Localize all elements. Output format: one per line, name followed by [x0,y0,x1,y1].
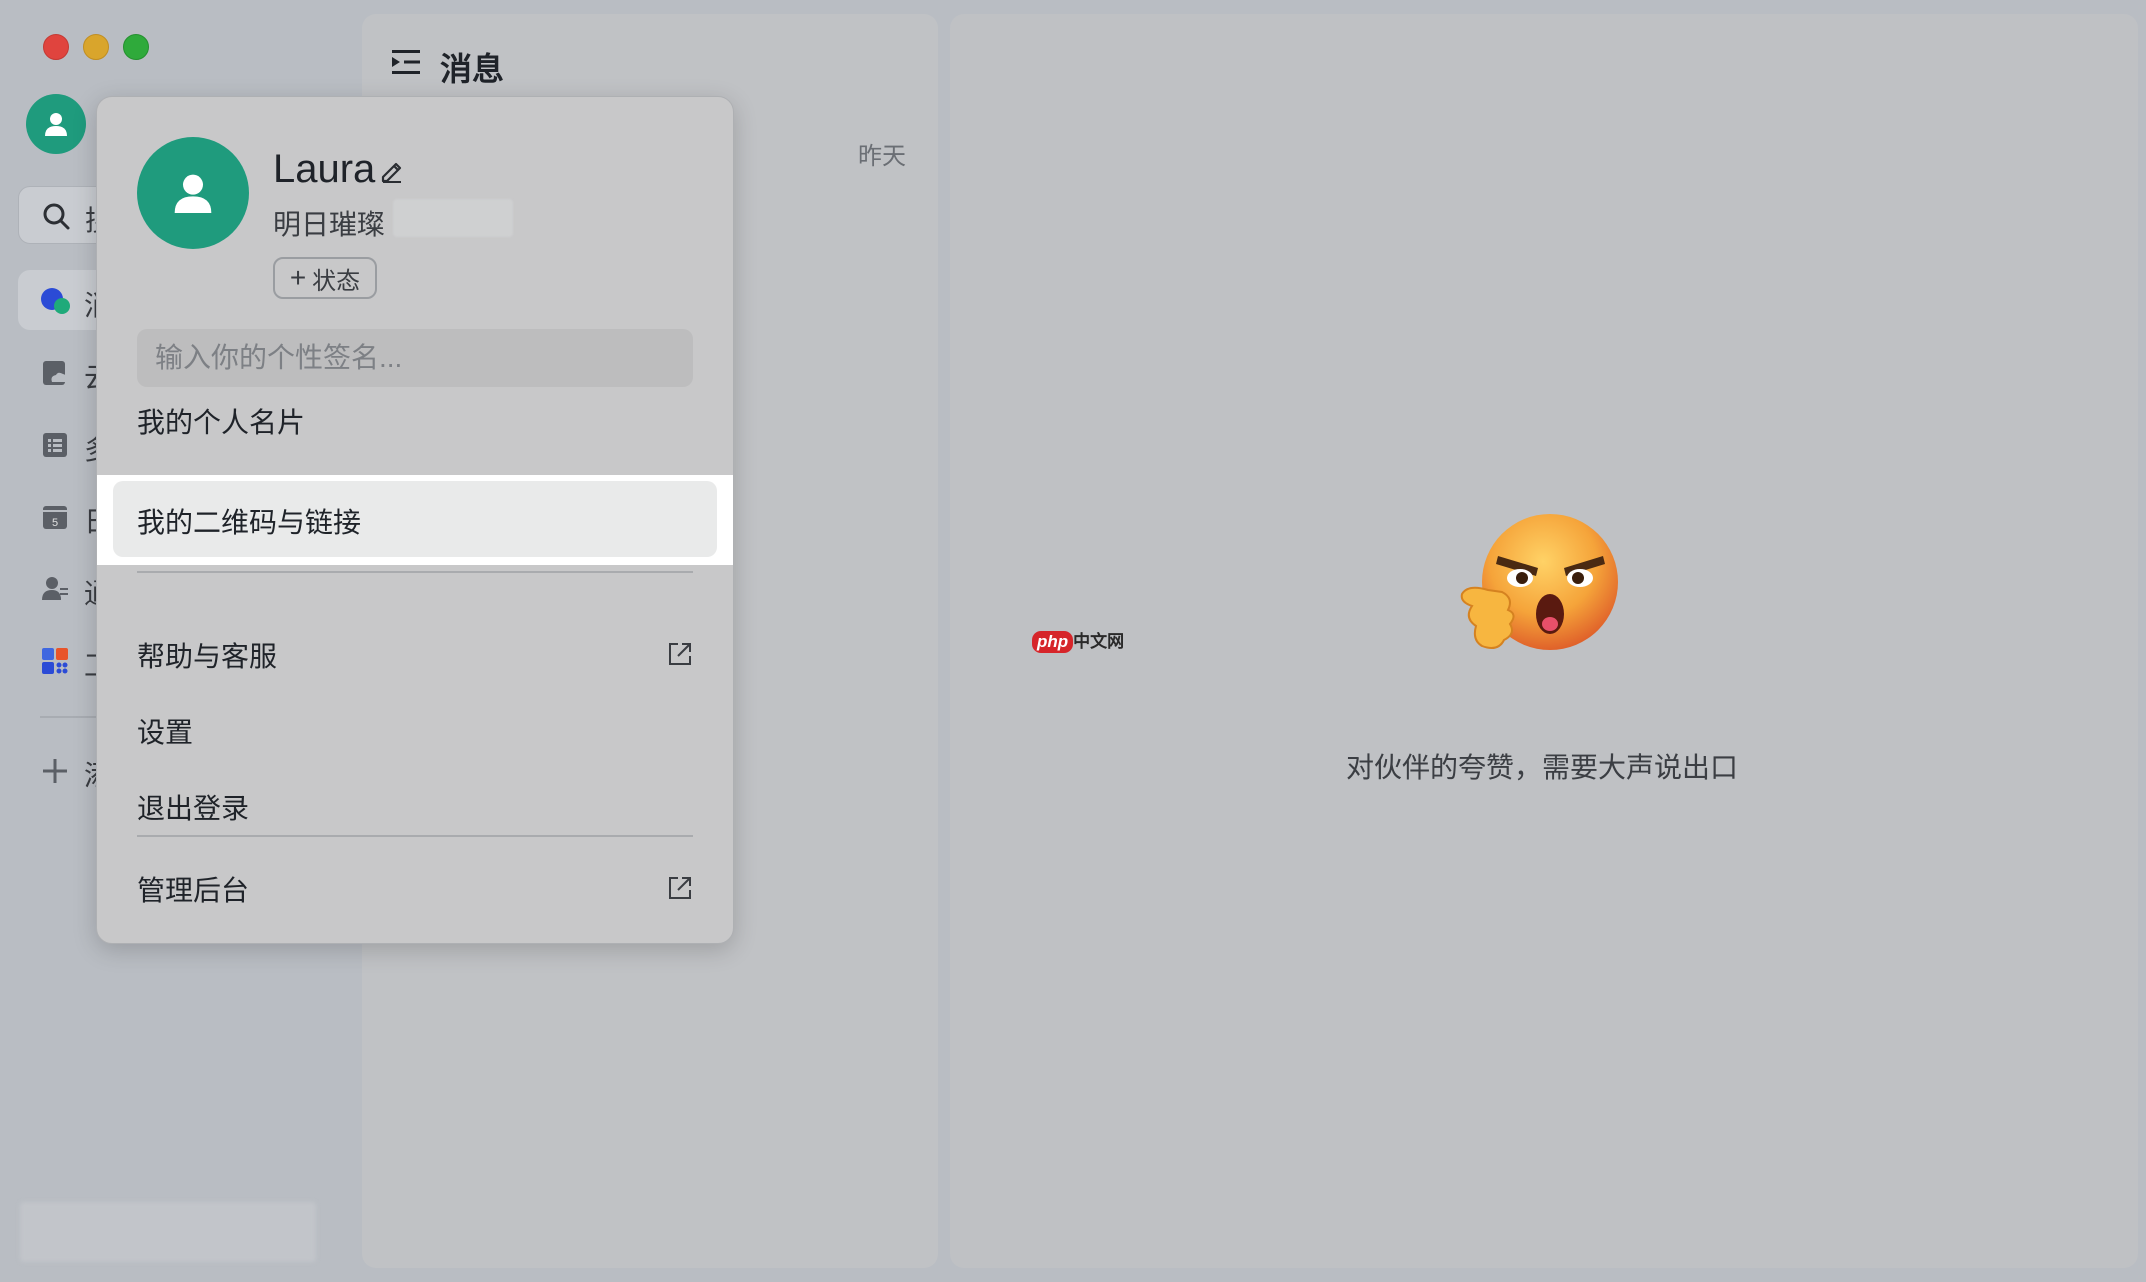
angry-thumb-emoji-icon [1460,514,1618,650]
menu-item-label: 退出登录 [137,793,250,824]
plus-icon [43,759,67,783]
external-link-icon [669,877,691,899]
profile-name: Laura [273,147,376,191]
message-list-title: 消息 [440,51,505,87]
menu-divider [137,835,693,837]
edit-pencil-icon[interactable] [379,157,405,183]
svg-text:5: 5 [52,517,58,529]
close-window-button[interactable] [43,34,69,60]
menu-item-logout[interactable]: 退出登录 [137,779,693,835]
chat-bubbles-icon [41,288,70,314]
watermark: php 中文网 [1032,627,1124,653]
menu-item-qr-link[interactable]: 我的二维码与链接 [113,481,717,557]
menu-item-admin[interactable]: 管理后台 [137,861,693,917]
menu-item-settings[interactable]: 设置 [137,703,693,759]
profile-avatar[interactable] [137,137,249,249]
user-icon [174,174,212,213]
cloud-doc-icon [43,361,67,385]
apps-icon [42,648,68,674]
calendar-icon: 5 [43,506,67,529]
blurred-org-suffix [393,199,513,237]
minimize-window-button[interactable] [83,34,109,60]
menu-item-label: 帮助与客服 [137,641,278,672]
menu-item-label: 设置 [137,717,194,748]
conversation-time: 昨天 [858,143,906,170]
signature-input[interactable] [137,329,693,387]
user-avatar[interactable] [26,94,86,154]
menu-item-label: 管理后台 [137,875,250,906]
list-icon [43,433,67,457]
menu-item-label: 我的个人名片 [137,407,306,438]
watermark-php: php [1032,631,1074,653]
menu-item-label: 我的二维码与链接 [137,507,362,538]
empty-state-text: 对伙伴的夸赞，需要大声说出口 [1346,752,1739,783]
menu-divider [137,571,693,573]
maximize-window-button[interactable] [123,34,149,60]
app-window: 搜 消 云 多 5 日 [0,0,2146,1282]
plus-icon: + [289,262,307,293]
collapse-sidebar-icon[interactable] [392,48,422,76]
external-link-icon [669,643,691,665]
profile-popup: Laura 明日璀璨 + 状态 我的个人名片 我的二维码与链接 帮助与客服 [96,96,734,944]
contacts-icon [42,577,68,600]
blurred-footer [20,1202,316,1262]
status-label: 状态 [312,267,361,295]
profile-org: 明日璀璨 [273,209,386,240]
add-status-button[interactable]: + 状态 [273,257,377,299]
watermark-zh: 中文网 [1073,632,1125,651]
menu-item-help[interactable]: 帮助与客服 [137,627,693,683]
user-icon [45,113,67,136]
search-icon [43,203,70,230]
menu-item-personal-card[interactable]: 我的个人名片 [137,393,693,449]
